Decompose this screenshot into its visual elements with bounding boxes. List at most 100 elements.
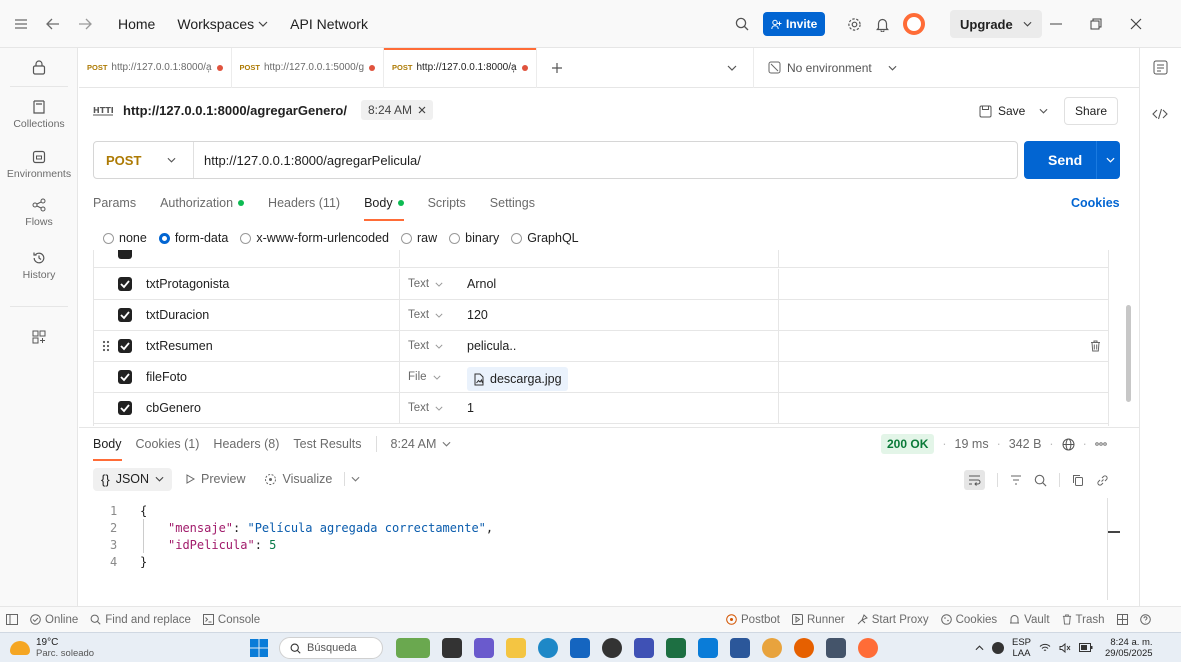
form-value[interactable]: 120 — [467, 308, 488, 322]
search-icon[interactable] — [735, 17, 749, 31]
visualize-button[interactable]: Visualize — [264, 472, 361, 486]
history-dropdown[interactable]: 8:24 AM — [391, 437, 452, 451]
url-input[interactable]: http://127.0.0.1:8000/agregarPelicula/ — [194, 153, 421, 168]
form-value[interactable]: Arnol — [467, 277, 496, 291]
form-key[interactable]: txtDuracion — [146, 308, 209, 322]
response-body[interactable]: 1{ 2 "mensaje": "Película agregada correc… — [110, 502, 1100, 570]
back-arrow-icon[interactable] — [46, 18, 60, 30]
body-mode-none[interactable]: none — [103, 231, 147, 245]
tab-scripts[interactable]: Scripts — [428, 189, 466, 217]
response-tab-test-results[interactable]: Test Results — [293, 432, 361, 456]
env-quick-look-icon[interactable] — [1153, 60, 1168, 75]
online-status[interactable]: Online — [30, 614, 78, 626]
copilot-icon[interactable] — [474, 638, 494, 658]
avatar[interactable] — [903, 13, 926, 35]
chrome-icon[interactable] — [762, 638, 782, 658]
form-key[interactable]: cbGenero — [146, 401, 201, 415]
send-button[interactable]: Send — [1024, 141, 1120, 179]
runner-button[interactable]: Runner — [792, 614, 845, 626]
wifi-icon[interactable] — [1039, 643, 1051, 653]
close-icon[interactable] — [1130, 18, 1142, 30]
file-explorer-icon[interactable] — [506, 638, 526, 658]
bell-icon[interactable] — [876, 17, 890, 32]
checkbox-checked-icon[interactable] — [118, 401, 132, 415]
copy-icon[interactable] — [1072, 474, 1084, 487]
checkbox-checked-icon[interactable] — [118, 250, 132, 259]
start-proxy-button[interactable]: Start Proxy — [857, 614, 929, 626]
sidebar-item-history[interactable]: History — [0, 251, 78, 281]
task-view-icon[interactable] — [442, 638, 462, 658]
more-options-icon[interactable] — [1094, 442, 1107, 446]
app-icon[interactable] — [634, 638, 654, 658]
preview-button[interactable]: Preview — [186, 472, 246, 486]
response-tab-cookies[interactable]: Cookies (1) — [136, 432, 200, 456]
minimap[interactable] — [1107, 498, 1108, 600]
toggle-sidebar-icon[interactable] — [6, 614, 18, 625]
close-icon[interactable] — [418, 106, 426, 114]
layout-icon[interactable] — [1116, 614, 1128, 625]
share-button[interactable]: Share — [1064, 97, 1119, 125]
checkbox-checked-icon[interactable] — [118, 277, 132, 291]
form-key[interactable]: txtResumen — [146, 339, 213, 353]
search-icon[interactable] — [1034, 474, 1047, 487]
form-value[interactable]: 1 — [467, 401, 474, 415]
tab-body[interactable]: Body — [364, 189, 404, 221]
tabs-chevron-down-icon[interactable] — [727, 65, 737, 71]
form-value[interactable]: pelicula.. — [467, 339, 516, 353]
taskbar-search[interactable]: Búsqueda — [279, 637, 383, 659]
find-replace[interactable]: Find and replace — [90, 614, 191, 626]
body-mode-binary[interactable]: binary — [449, 231, 499, 245]
upgrade-button[interactable]: Upgrade — [950, 10, 1042, 38]
minimize-icon[interactable] — [1050, 23, 1062, 25]
excel-icon[interactable] — [666, 638, 686, 658]
form-key[interactable]: fileFoto — [146, 370, 187, 384]
app-tray-icon[interactable] — [992, 641, 1004, 654]
checkbox-checked-icon[interactable] — [118, 370, 132, 384]
forward-arrow-icon[interactable] — [78, 18, 92, 30]
body-mode-form-data[interactable]: form-data — [158, 231, 228, 245]
edge-icon[interactable] — [538, 638, 558, 658]
firefox-icon[interactable] — [794, 638, 814, 658]
tab-headers[interactable]: Headers (11) — [268, 189, 340, 217]
body-mode-graphql[interactable]: GraphQL — [511, 231, 579, 245]
trash-button[interactable]: Trash — [1062, 614, 1105, 626]
postbot-button[interactable]: Postbot — [726, 614, 780, 626]
type-select[interactable]: File — [408, 371, 441, 383]
code-icon[interactable] — [1152, 108, 1168, 120]
response-tab-body[interactable]: Body — [93, 432, 122, 461]
postman-icon[interactable] — [858, 638, 878, 658]
type-select[interactable]: Text — [408, 309, 443, 321]
drag-handle-icon[interactable] — [102, 340, 110, 352]
request-tab-active[interactable]: POST http://127.0.0.1:8000/a̦ — [384, 47, 537, 88]
body-mode-raw[interactable]: raw — [401, 231, 437, 245]
gear-icon[interactable] — [847, 17, 862, 32]
type-select[interactable]: Text — [408, 340, 443, 352]
tab-settings[interactable]: Settings — [490, 189, 535, 217]
globe-icon[interactable] — [1062, 438, 1075, 451]
nav-workspaces[interactable]: Workspaces — [177, 16, 268, 32]
chevron-down-icon[interactable] — [1106, 157, 1115, 163]
restore-icon[interactable] — [1090, 18, 1102, 30]
console-button[interactable]: Console — [202, 614, 260, 626]
wrap-lines-icon[interactable] — [964, 470, 985, 490]
add-workspace-item[interactable] — [0, 330, 78, 344]
sidebar-item-environments[interactable]: Environments — [0, 150, 78, 180]
file-chip[interactable]: descarga.jpg — [467, 367, 568, 391]
battery-icon[interactable] — [1079, 643, 1093, 652]
cookies-link[interactable]: Cookies — [1071, 196, 1120, 210]
app-icon[interactable] — [602, 638, 622, 658]
app-icon[interactable] — [826, 638, 846, 658]
vault-button[interactable]: Vault — [1009, 614, 1050, 626]
tab-authorization[interactable]: Authorization — [160, 189, 245, 217]
volume-icon[interactable] — [1059, 642, 1071, 653]
nav-home[interactable]: Home — [118, 16, 155, 32]
table-scrollbar[interactable] — [1126, 305, 1131, 402]
environment-selector[interactable]: No environment — [753, 47, 1133, 88]
body-mode-urlencoded[interactable]: x-www-form-urlencoded — [240, 231, 389, 245]
menu-icon[interactable] — [14, 18, 28, 30]
tab-params[interactable]: Params — [93, 189, 136, 217]
type-select[interactable]: Text — [408, 278, 443, 290]
filter-icon[interactable] — [1010, 475, 1022, 485]
taskbar-clock[interactable]: 8:24 a. m. 29/05/2025 — [1105, 637, 1153, 659]
response-tab-headers[interactable]: Headers (8) — [213, 432, 279, 456]
